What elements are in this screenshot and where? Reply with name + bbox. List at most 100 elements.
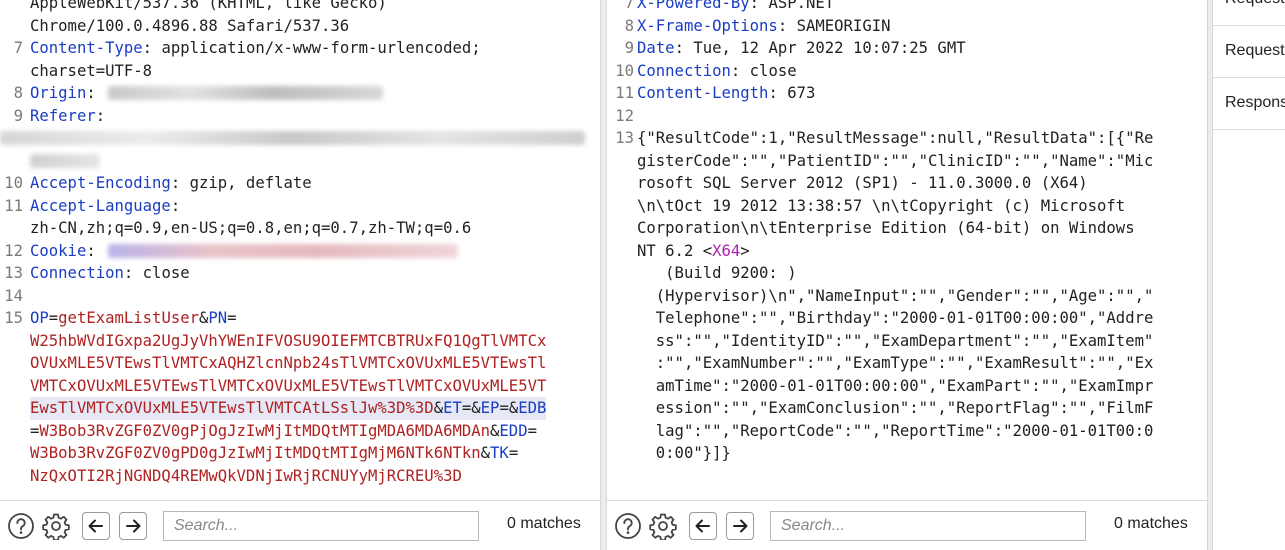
code-token: \n\tOct 19 2012 13:38:57 \n\tCopyright (… bbox=[637, 196, 1126, 215]
arrow-left-icon[interactable] bbox=[689, 512, 717, 540]
header-key: Accept-Encoding bbox=[30, 174, 171, 192]
code-line: lag":"","ReportCode":"","ReportTime":"20… bbox=[607, 420, 1207, 443]
line-number: 8 bbox=[13, 84, 23, 102]
code-line: 11 Content-Length: 673 bbox=[607, 82, 1207, 105]
line-text: Cookie: bbox=[30, 240, 105, 263]
line-text: OP=getExamListUser&PN= bbox=[30, 307, 237, 330]
code-token: = bbox=[508, 444, 519, 462]
line-number: 14 bbox=[4, 286, 23, 305]
code-line: 0:00"}]} bbox=[607, 442, 1207, 465]
request-editor[interactable]: AppleWebKit/537.36 (KHTML, like Gecko) Ch… bbox=[0, 0, 600, 500]
code-token: : close bbox=[730, 61, 797, 80]
line-number: 7 bbox=[13, 39, 23, 57]
code-token: AppleWebKit/537.36 (KHTML, like Gecko) bbox=[30, 0, 387, 12]
redacted-region bbox=[0, 131, 585, 145]
code-token: =& bbox=[499, 399, 519, 417]
code-line bbox=[0, 127, 600, 150]
code-token: = bbox=[48, 309, 59, 327]
code-token: = bbox=[227, 309, 237, 327]
gear-icon[interactable] bbox=[649, 512, 677, 540]
code-token: = bbox=[30, 421, 40, 440]
code-line: 7 Content-Type: application/x-www-form-ur… bbox=[0, 37, 600, 60]
arrow-right-icon[interactable] bbox=[119, 512, 147, 540]
pane-splitter[interactable] bbox=[600, 0, 607, 550]
side-tab-response-headers[interactable]: Respons bbox=[1213, 78, 1285, 130]
line-number: 13 bbox=[615, 129, 634, 147]
help-icon[interactable] bbox=[614, 512, 642, 540]
line-text: lag":"","ReportCode":"","ReportTime":"20… bbox=[637, 420, 1154, 443]
code-token: zh-CN,zh;q=0.9,en-US;q=0.8,en;q=0.7,zh-T… bbox=[30, 219, 472, 237]
line-text: (Build 9200: ) bbox=[637, 262, 797, 285]
code-line: W3Bob3RvZGF0ZV0gPD0gJzIwMjItMDQtMTIgMjM6… bbox=[0, 442, 600, 465]
line-text: \n\tOct 19 2012 13:38:57 \n\tCopyright (… bbox=[637, 195, 1125, 218]
line-text: Telephone":"","Birthday":"2000-01-01T00:… bbox=[637, 307, 1154, 330]
line-text: EwsTlVMTCxOVUxMLE5VTEwsTlVMTCAtLSslJw%3D… bbox=[30, 397, 547, 420]
line-text: W3Bob3RvZGF0ZV0gPD0gJzIwMjItMDQtMTIgMjM6… bbox=[30, 442, 518, 465]
line-text: W25hbWVdIGxpa2UgJyVhYWEnIFVOSU9OIEFMTCBT… bbox=[30, 330, 546, 353]
line-text: Connection: close bbox=[30, 262, 190, 285]
code-token: : SAMEORIGIN bbox=[777, 16, 891, 35]
header-key: Connection bbox=[637, 61, 731, 80]
response-search-input[interactable]: Search... bbox=[770, 511, 1086, 541]
param-value: W3Bob3RvZGF0ZV0gPjOgJzIwMjItMDQtMTIgMDA6… bbox=[39, 421, 491, 440]
code-line: charset=UTF-8 bbox=[0, 60, 600, 83]
header-key: Content-Length bbox=[637, 84, 769, 102]
code-line: 13 Connection: close bbox=[0, 262, 600, 285]
arrow-left-icon[interactable] bbox=[82, 512, 110, 540]
line-text: Content-Length: 673 bbox=[637, 82, 815, 105]
code-token: gisterCode":"","PatientID":"","ClinicID"… bbox=[637, 151, 1154, 170]
code-line: ss":"","IdentityID":"","ExamDepartment":… bbox=[607, 330, 1207, 353]
line-text: NT 6.2 <X64> bbox=[637, 240, 750, 263]
request-matches-count: 0 matches bbox=[507, 515, 581, 532]
response-editor-pane: 7 X-Powered-By: ASP.NET 8 X-Frame-Options: … bbox=[607, 0, 1207, 550]
param-key: TK bbox=[490, 444, 509, 462]
request-code-lines: AppleWebKit/537.36 (KHTML, like Gecko) Ch… bbox=[0, 0, 600, 487]
arrow-right-icon[interactable] bbox=[726, 512, 754, 540]
line-text: Referer: bbox=[30, 105, 105, 128]
code-token: ession":"","ExamConclusion":"","ReportFl… bbox=[637, 399, 1154, 417]
code-token: : 673 bbox=[768, 84, 816, 102]
code-token: : bbox=[95, 106, 106, 125]
param-value: EwsTlVMTCxOVUxMLE5VTEwsTlVMTCAtLSslJw%3D… bbox=[30, 399, 434, 417]
redacted-region bbox=[30, 153, 100, 168]
request-search-input[interactable]: Search... bbox=[163, 511, 479, 541]
header-key: Cookie bbox=[30, 241, 87, 260]
code-line: \n\tOct 19 2012 13:38:57 \n\tCopyright (… bbox=[607, 195, 1207, 218]
code-line: 8 Origin: bbox=[0, 82, 600, 105]
line-text: ession":"","ExamConclusion":"","ReportFl… bbox=[637, 397, 1154, 420]
line-text: zh-CN,zh;q=0.9,en-US;q=0.8,en;q=0.7,zh-T… bbox=[30, 217, 471, 240]
code-token: : close bbox=[123, 264, 190, 282]
line-text: 0:00"}]} bbox=[637, 442, 731, 465]
param-value: getExamListUser bbox=[58, 309, 199, 327]
redacted-region bbox=[108, 86, 383, 100]
side-tab-request-attributes[interactable]: Request bbox=[1213, 0, 1285, 26]
line-text: VMTCxOVUxMLE5VTEwsTlVMTCxOVUxMLE5VTEwsTl… bbox=[30, 375, 546, 398]
header-key: Referer bbox=[30, 106, 96, 125]
gear-icon[interactable] bbox=[42, 512, 70, 540]
code-token: (Build 9200: ) bbox=[637, 264, 797, 282]
line-number: 9 bbox=[624, 39, 634, 57]
code-line: ession":"","ExamConclusion":"","ReportFl… bbox=[607, 397, 1207, 420]
code-line: 10 Connection: close bbox=[607, 60, 1207, 83]
code-line: VMTCxOVUxMLE5VTEwsTlVMTCxOVUxMLE5VTEwsTl… bbox=[0, 375, 600, 398]
code-token: & bbox=[480, 444, 491, 462]
line-text: Content-Type: application/x-www-form-url… bbox=[30, 37, 481, 60]
line-text: =W3Bob3RvZGF0ZV0gPjOgJzIwMjItMDQtMTIgMDA… bbox=[30, 420, 537, 443]
param-key: EP bbox=[480, 399, 500, 417]
code-line: 12 Cookie: bbox=[0, 240, 600, 263]
line-number: 13 bbox=[4, 264, 23, 282]
param-value: W3Bob3RvZGF0ZV0gPD0gJzIwMjItMDQtMTIgMjM6… bbox=[30, 444, 481, 462]
line-text: Accept-Language: bbox=[30, 195, 180, 218]
line-number: 8 bbox=[624, 16, 634, 35]
line-number: 10 bbox=[4, 174, 23, 192]
code-line: gisterCode":"","PatientID":"","ClinicID"… bbox=[607, 150, 1207, 173]
help-icon[interactable] bbox=[7, 512, 35, 540]
code-token: Corporation\n\tEnterprise Edition (64-bi… bbox=[637, 219, 1135, 237]
code-line: 10 Accept-Encoding: gzip, deflate bbox=[0, 172, 600, 195]
line-text: gisterCode":"","PatientID":"","ClinicID"… bbox=[637, 150, 1153, 173]
side-tab-request-headers[interactable]: Request bbox=[1213, 26, 1285, 78]
code-token: 0:00"}]} bbox=[637, 444, 731, 462]
code-line: 9 Referer: bbox=[0, 105, 600, 128]
response-editor[interactable]: 7 X-Powered-By: ASP.NET 8 X-Frame-Options: … bbox=[607, 0, 1207, 500]
line-text: OVUxMLE5VTEwsTlVMTCxAQHZlcnNpb24sTlVMTCx… bbox=[30, 352, 546, 375]
